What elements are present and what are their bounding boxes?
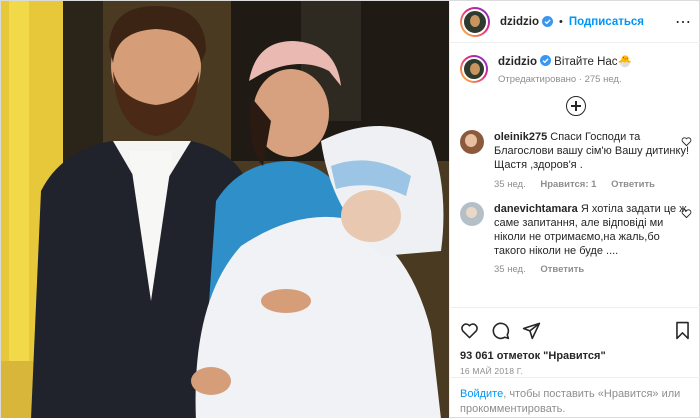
heart-icon[interactable] bbox=[681, 136, 692, 147]
comment-icon[interactable] bbox=[491, 321, 510, 340]
share-icon[interactable] bbox=[522, 321, 541, 340]
comment-likes[interactable]: Нравится: 1 bbox=[540, 179, 596, 190]
comment-item: danevichtamara Я хотіла задати це ж саме… bbox=[450, 201, 700, 276]
comment-text: danevichtamara Я хотіла задати це ж саме… bbox=[494, 202, 692, 259]
comment-item: oleinik275 Спаси Господи та Благослови в… bbox=[450, 130, 700, 190]
comment-text: oleinik275 Спаси Господи та Благослови в… bbox=[494, 130, 692, 173]
comment-username[interactable]: oleinik275 bbox=[494, 131, 547, 143]
family-photo-illustration bbox=[1, 1, 449, 418]
verified-icon bbox=[541, 16, 553, 27]
add-comment-icon[interactable] bbox=[566, 96, 586, 116]
login-link[interactable]: Войдите bbox=[460, 388, 503, 400]
author-avatar[interactable] bbox=[460, 6, 490, 37]
follow-button[interactable]: Подписаться bbox=[569, 16, 644, 28]
comment-avatar[interactable] bbox=[460, 201, 484, 226]
likes-count[interactable]: 93 061 отметок "Нравится" bbox=[460, 350, 692, 362]
post-caption: dzidzio Вітайте Нас🐣 Отредактировано · 2… bbox=[450, 43, 700, 85]
load-more-comments bbox=[450, 96, 700, 116]
heart-icon[interactable] bbox=[681, 208, 692, 219]
comment-avatar[interactable] bbox=[460, 130, 484, 154]
login-prompt: Войдите, чтобы поставить «Нравится» или … bbox=[450, 377, 700, 416]
post-actions: 93 061 отметок "Нравится" 16 МАЙ 2018 Г. bbox=[450, 307, 700, 376]
caption-message: Вітайте Нас🐣 bbox=[550, 56, 632, 68]
heart-icon[interactable] bbox=[460, 321, 479, 340]
post-date: 16 МАЙ 2018 Г. bbox=[460, 366, 524, 376]
caption-username[interactable]: dzidzio bbox=[498, 56, 537, 68]
action-icons bbox=[460, 319, 692, 341]
post-photo[interactable] bbox=[1, 1, 449, 418]
caption-meta: Отредактировано · 275 нед. bbox=[498, 74, 622, 85]
comment-body: oleinik275 Спаси Господи та Благослови в… bbox=[494, 130, 692, 190]
comment-meta: 35 нед. Ответить bbox=[494, 264, 692, 275]
comment-body: danevichtamara Я хотіла задати це ж саме… bbox=[494, 202, 692, 276]
comment-username[interactable]: danevichtamara bbox=[494, 203, 578, 215]
instagram-post: dzidzio • Подписаться ⋯ dzidzio Вітайте … bbox=[0, 0, 700, 418]
more-icon[interactable]: ⋯ bbox=[675, 12, 692, 32]
separator-dot: • bbox=[558, 15, 563, 28]
reply-button[interactable]: Ответить bbox=[611, 179, 655, 190]
comment-age: 35 нед. bbox=[494, 264, 526, 276]
caption-text: dzidzio Вітайте Нас🐣 bbox=[498, 55, 632, 69]
comment-age: 35 нед. bbox=[494, 178, 526, 190]
verified-icon bbox=[539, 55, 551, 66]
bookmark-icon[interactable] bbox=[673, 321, 692, 340]
post-header: dzidzio • Подписаться ⋯ bbox=[450, 1, 700, 43]
reply-button[interactable]: Ответить bbox=[540, 264, 584, 275]
post-side-panel: dzidzio • Подписаться ⋯ dzidzio Вітайте … bbox=[449, 1, 700, 418]
author-username[interactable]: dzidzio bbox=[500, 16, 539, 28]
caption-avatar[interactable] bbox=[460, 55, 488, 83]
caption-body: dzidzio Вітайте Нас🐣 Отредактировано · 2… bbox=[498, 55, 632, 85]
comment-meta: 35 нед. Нравится: 1 Ответить bbox=[494, 179, 692, 190]
